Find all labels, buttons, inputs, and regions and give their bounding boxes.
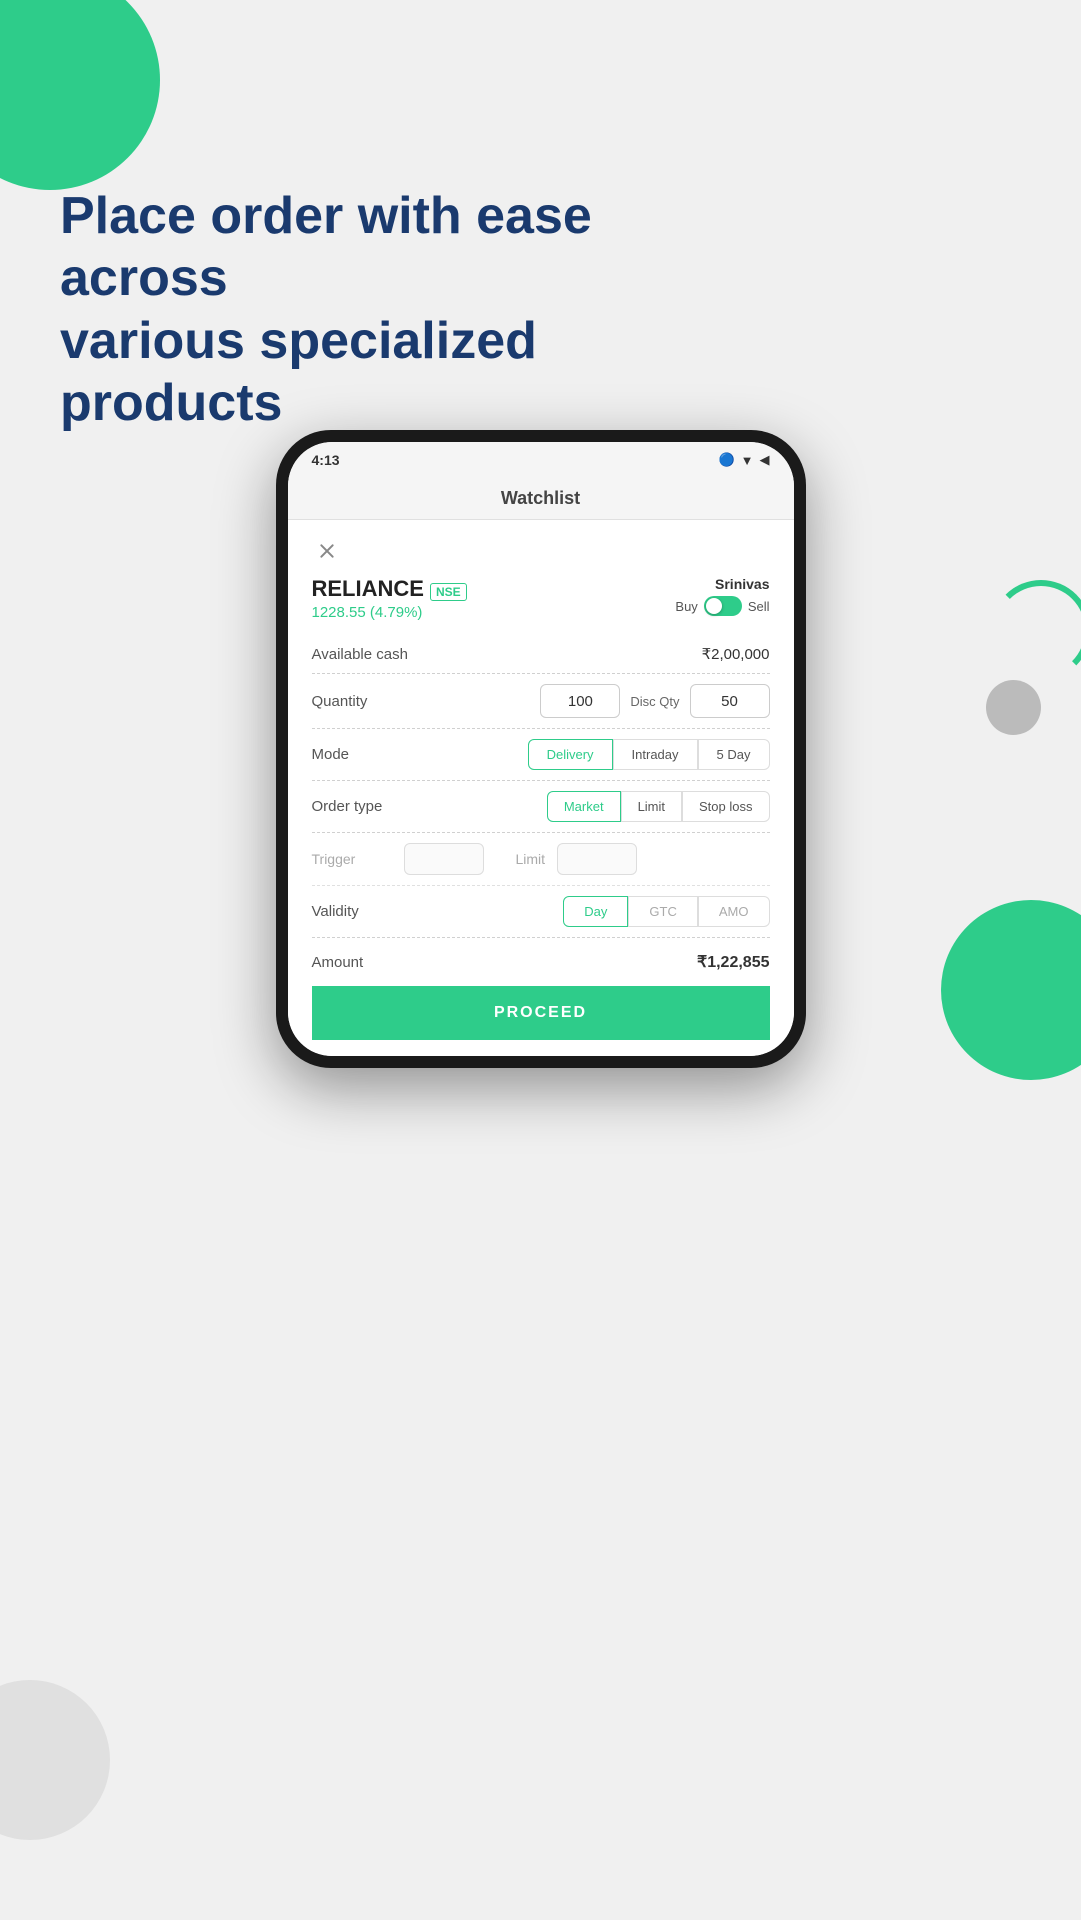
- mode-delivery-btn[interactable]: Delivery: [528, 739, 613, 770]
- trigger-label: Trigger: [312, 851, 392, 867]
- limit-field-label: Limit: [516, 851, 546, 867]
- order-form: RELIANCE NSE 1228.55 (4.79%) Srinivas Bu…: [288, 520, 794, 1056]
- wifi-icon: ▼: [741, 453, 754, 468]
- order-type-label: Order type: [312, 798, 412, 815]
- mode-row: Mode Delivery Intraday 5 Day: [312, 729, 770, 781]
- order-type-limit-btn[interactable]: Limit: [621, 791, 682, 822]
- mode-5day-btn[interactable]: 5 Day: [698, 739, 770, 770]
- order-type-market-btn[interactable]: Market: [547, 791, 621, 822]
- validity-label: Validity: [312, 903, 412, 920]
- account-name: Srinivas: [715, 576, 769, 592]
- quantity-label: Quantity: [312, 693, 412, 710]
- available-cash-value: ₹2,00,000: [702, 645, 770, 663]
- toggle-switch[interactable]: [704, 596, 742, 616]
- order-type-group: Market Limit Stop loss: [547, 791, 770, 822]
- sell-label: Sell: [748, 599, 770, 614]
- disc-qty-label: Disc Qty: [630, 694, 679, 709]
- available-cash-label: Available cash: [312, 646, 412, 663]
- account-side: Srinivas Buy Sell: [675, 576, 769, 616]
- stock-name-row: RELIANCE NSE: [312, 576, 467, 602]
- stock-name: RELIANCE: [312, 576, 424, 602]
- status-time: 4:13: [312, 452, 340, 468]
- mode-label: Mode: [312, 746, 412, 763]
- amount-row: Amount ₹1,22,855: [312, 938, 770, 986]
- close-button[interactable]: [312, 536, 342, 566]
- deco-dot-right: [986, 680, 1041, 735]
- mode-intraday-btn[interactable]: Intraday: [613, 739, 698, 770]
- disc-qty-input[interactable]: [690, 684, 770, 718]
- validity-gtc-btn[interactable]: GTC: [628, 896, 697, 927]
- amount-value: ₹1,22,855: [697, 952, 769, 972]
- available-cash-row: Available cash ₹2,00,000: [312, 635, 770, 674]
- limit-input[interactable]: [557, 843, 637, 875]
- phone-screen: 4:13 🔵 ▼ ◀ Watchlist RE: [288, 442, 794, 1056]
- quantity-inputs: Disc Qty: [540, 684, 769, 718]
- deco-circle-top-right: [991, 580, 1081, 680]
- toggle-knob: [706, 598, 722, 614]
- buy-sell-toggle[interactable]: Buy Sell: [675, 596, 769, 616]
- quantity-input[interactable]: [540, 684, 620, 718]
- proceed-button[interactable]: PROCEED: [312, 986, 770, 1040]
- stock-price: 1228.55 (4.79%): [312, 604, 467, 621]
- validity-amo-btn[interactable]: AMO: [698, 896, 770, 927]
- validity-group: Day GTC AMO: [563, 896, 769, 927]
- mode-segment-group: Delivery Intraday 5 Day: [528, 739, 770, 770]
- stock-header: RELIANCE NSE 1228.55 (4.79%) Srinivas Bu…: [312, 576, 770, 621]
- headline: Place order with ease across various spe…: [60, 185, 760, 435]
- validity-row: Validity Day GTC AMO: [312, 886, 770, 938]
- quantity-row: Quantity Disc Qty: [312, 674, 770, 729]
- validity-day-btn[interactable]: Day: [563, 896, 628, 927]
- trigger-input[interactable]: [404, 843, 484, 875]
- order-type-row: Order type Market Limit Stop loss: [312, 781, 770, 833]
- phone-wrapper: 4:13 🔵 ▼ ◀ Watchlist RE: [276, 430, 806, 1068]
- status-bar: 4:13 🔵 ▼ ◀: [288, 442, 794, 478]
- app-header-title: Watchlist: [501, 488, 580, 509]
- signal-icon: ◀: [760, 452, 770, 468]
- amount-label: Amount: [312, 954, 364, 971]
- stock-info: RELIANCE NSE 1228.55 (4.79%): [312, 576, 467, 621]
- app-header: Watchlist: [288, 478, 794, 520]
- deco-circle-bottom-right: [941, 900, 1081, 1080]
- phone-frame: 4:13 🔵 ▼ ◀ Watchlist RE: [276, 430, 806, 1068]
- deco-circle-top-left: [0, 0, 160, 190]
- trigger-row: Trigger Limit: [312, 833, 770, 886]
- deco-circle-bottom-left: [0, 1680, 110, 1840]
- status-icons: 🔵 ▼ ◀: [718, 452, 769, 468]
- order-type-stoploss-btn[interactable]: Stop loss: [682, 791, 769, 822]
- buy-label: Buy: [675, 599, 697, 614]
- stock-exchange: NSE: [430, 583, 467, 601]
- bluetooth-icon: 🔵: [718, 452, 734, 468]
